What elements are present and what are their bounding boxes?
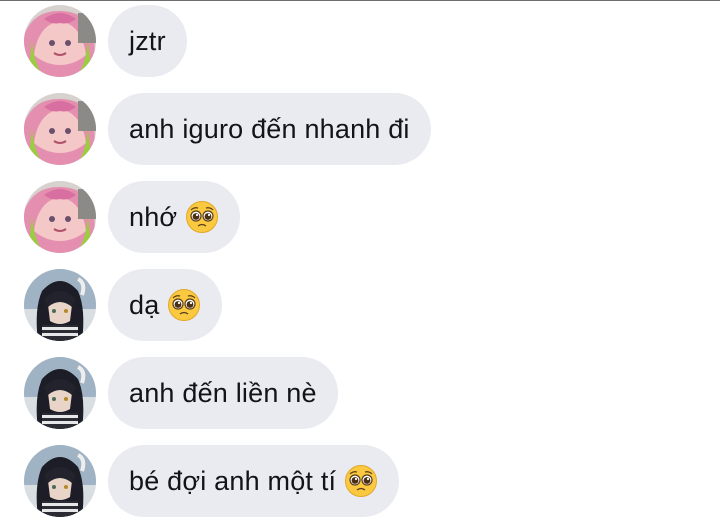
message-bubble[interactable]: nhớ — [108, 181, 241, 253]
pink-hair-avatar-icon — [24, 93, 96, 165]
message-bubble[interactable]: dạ — [108, 269, 223, 341]
message-bubble[interactable]: jztr — [108, 5, 187, 77]
message-text: anh iguro đến nhanh đi — [129, 113, 410, 144]
message-bubble[interactable]: anh đến liền nè — [108, 357, 338, 429]
pink-hair-avatar-icon — [24, 181, 96, 253]
pleading-face-icon — [345, 465, 378, 497]
dark-hair-avatar-icon — [24, 269, 96, 341]
message-text: bé đợi anh một tí — [129, 465, 337, 496]
message-bubble[interactable]: anh iguro đến nhanh đi — [108, 93, 431, 165]
avatar[interactable] — [24, 93, 96, 165]
message-text: anh đến liền nè — [129, 377, 317, 408]
pleading-face-icon — [168, 289, 201, 321]
avatar[interactable] — [24, 181, 96, 253]
message-text: dạ — [129, 289, 160, 320]
dark-hair-avatar-icon — [24, 357, 96, 429]
pink-hair-avatar-icon — [24, 5, 96, 77]
message-text: nhớ — [129, 201, 178, 232]
avatar[interactable] — [24, 357, 96, 429]
dark-hair-avatar-icon — [24, 445, 96, 517]
message-bubble[interactable]: bé đợi anh một tí — [108, 445, 400, 517]
pleading-face-icon — [186, 201, 219, 233]
avatar[interactable] — [24, 269, 96, 341]
chat-thread: jztr anh iguro đến nhanh đi nhớ dạ anh đ… — [0, 0, 720, 522]
avatar[interactable] — [24, 445, 96, 517]
message-text: jztr — [129, 25, 166, 56]
avatar[interactable] — [24, 5, 96, 77]
